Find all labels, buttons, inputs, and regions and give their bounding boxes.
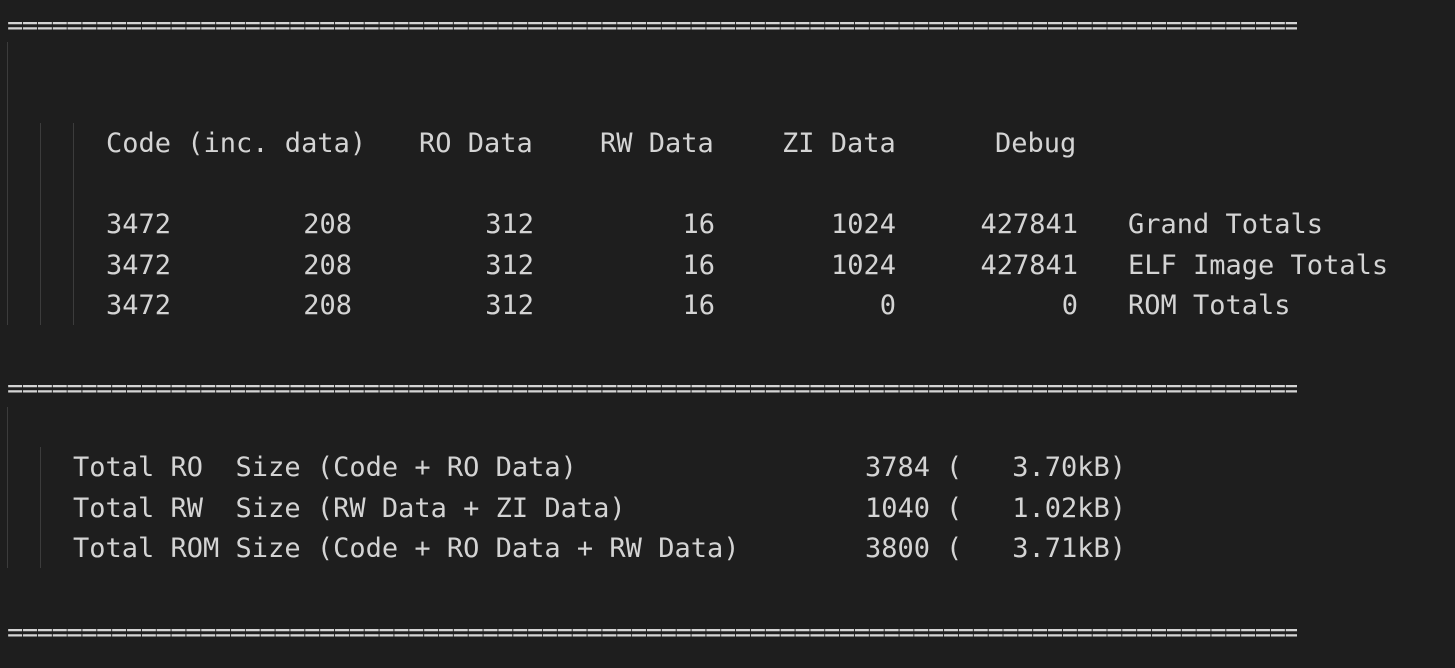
size-total-kb: 1.02kB): [1012, 493, 1126, 524]
cell-debug: 427841: [980, 250, 1078, 281]
cell-label: ELF Image Totals: [1128, 250, 1389, 281]
size-total-value: 1040: [864, 493, 930, 524]
cell-rw-data: 16: [682, 250, 715, 281]
size-total-paren: (: [946, 533, 963, 564]
separator-line: ========================================…: [7, 10, 1297, 41]
cell-code: 3472: [106, 209, 172, 240]
size-total-paren: (: [946, 493, 963, 524]
size-total-value: 3800: [864, 533, 930, 564]
indent-guide: [7, 42, 8, 325]
cell-ro-data: 312: [485, 250, 534, 281]
cell-code: 3472: [106, 250, 172, 281]
terminal-output: ========================================…: [0, 0, 1455, 668]
header-code: Code (inc. data): [106, 128, 367, 159]
cell-rw-data: 16: [682, 209, 715, 240]
header-ro-data: RO Data: [419, 128, 533, 159]
indent-guide: [40, 447, 41, 568]
size-total-value: 3784: [864, 452, 930, 483]
cell-zi-data: 1024: [830, 209, 896, 240]
size-total-label: Total ROM Size (Code + RO Data + RW Data…: [73, 533, 740, 564]
size-total-label: Total RO Size (Code + RO Data): [73, 452, 577, 483]
cell-zi-data: 1024: [830, 250, 896, 281]
cell-ro-data: 312: [485, 209, 534, 240]
cell-rw-data: 16: [682, 290, 715, 321]
cell-code: 3472: [106, 290, 172, 321]
size-total-paren: (: [946, 452, 963, 483]
cell-zi-data: 0: [879, 290, 896, 321]
indent-guide: [40, 123, 41, 325]
cell-debug: 427841: [980, 209, 1078, 240]
size-total-label: Total RW Size (RW Data + ZI Data): [73, 493, 626, 524]
separator-line: ========================================…: [7, 373, 1297, 404]
header-rw-data: RW Data: [600, 128, 714, 159]
cell-debug: 0: [1061, 290, 1078, 321]
separator-line: ========================================…: [7, 617, 1297, 648]
cell-label: ROM Totals: [1128, 290, 1291, 321]
header-debug: Debug: [995, 128, 1077, 159]
size-total-kb: 3.71kB): [1012, 533, 1126, 564]
header-zi-data: ZI Data: [782, 128, 896, 159]
indent-guide: [73, 123, 74, 325]
size-total-kb: 3.70kB): [1012, 452, 1126, 483]
cell-inc-data: 208: [303, 290, 352, 321]
cell-label: Grand Totals: [1128, 209, 1324, 240]
indent-guide: [7, 407, 8, 568]
cell-inc-data: 208: [303, 250, 352, 281]
cell-ro-data: 312: [485, 290, 534, 321]
cell-inc-data: 208: [303, 209, 352, 240]
